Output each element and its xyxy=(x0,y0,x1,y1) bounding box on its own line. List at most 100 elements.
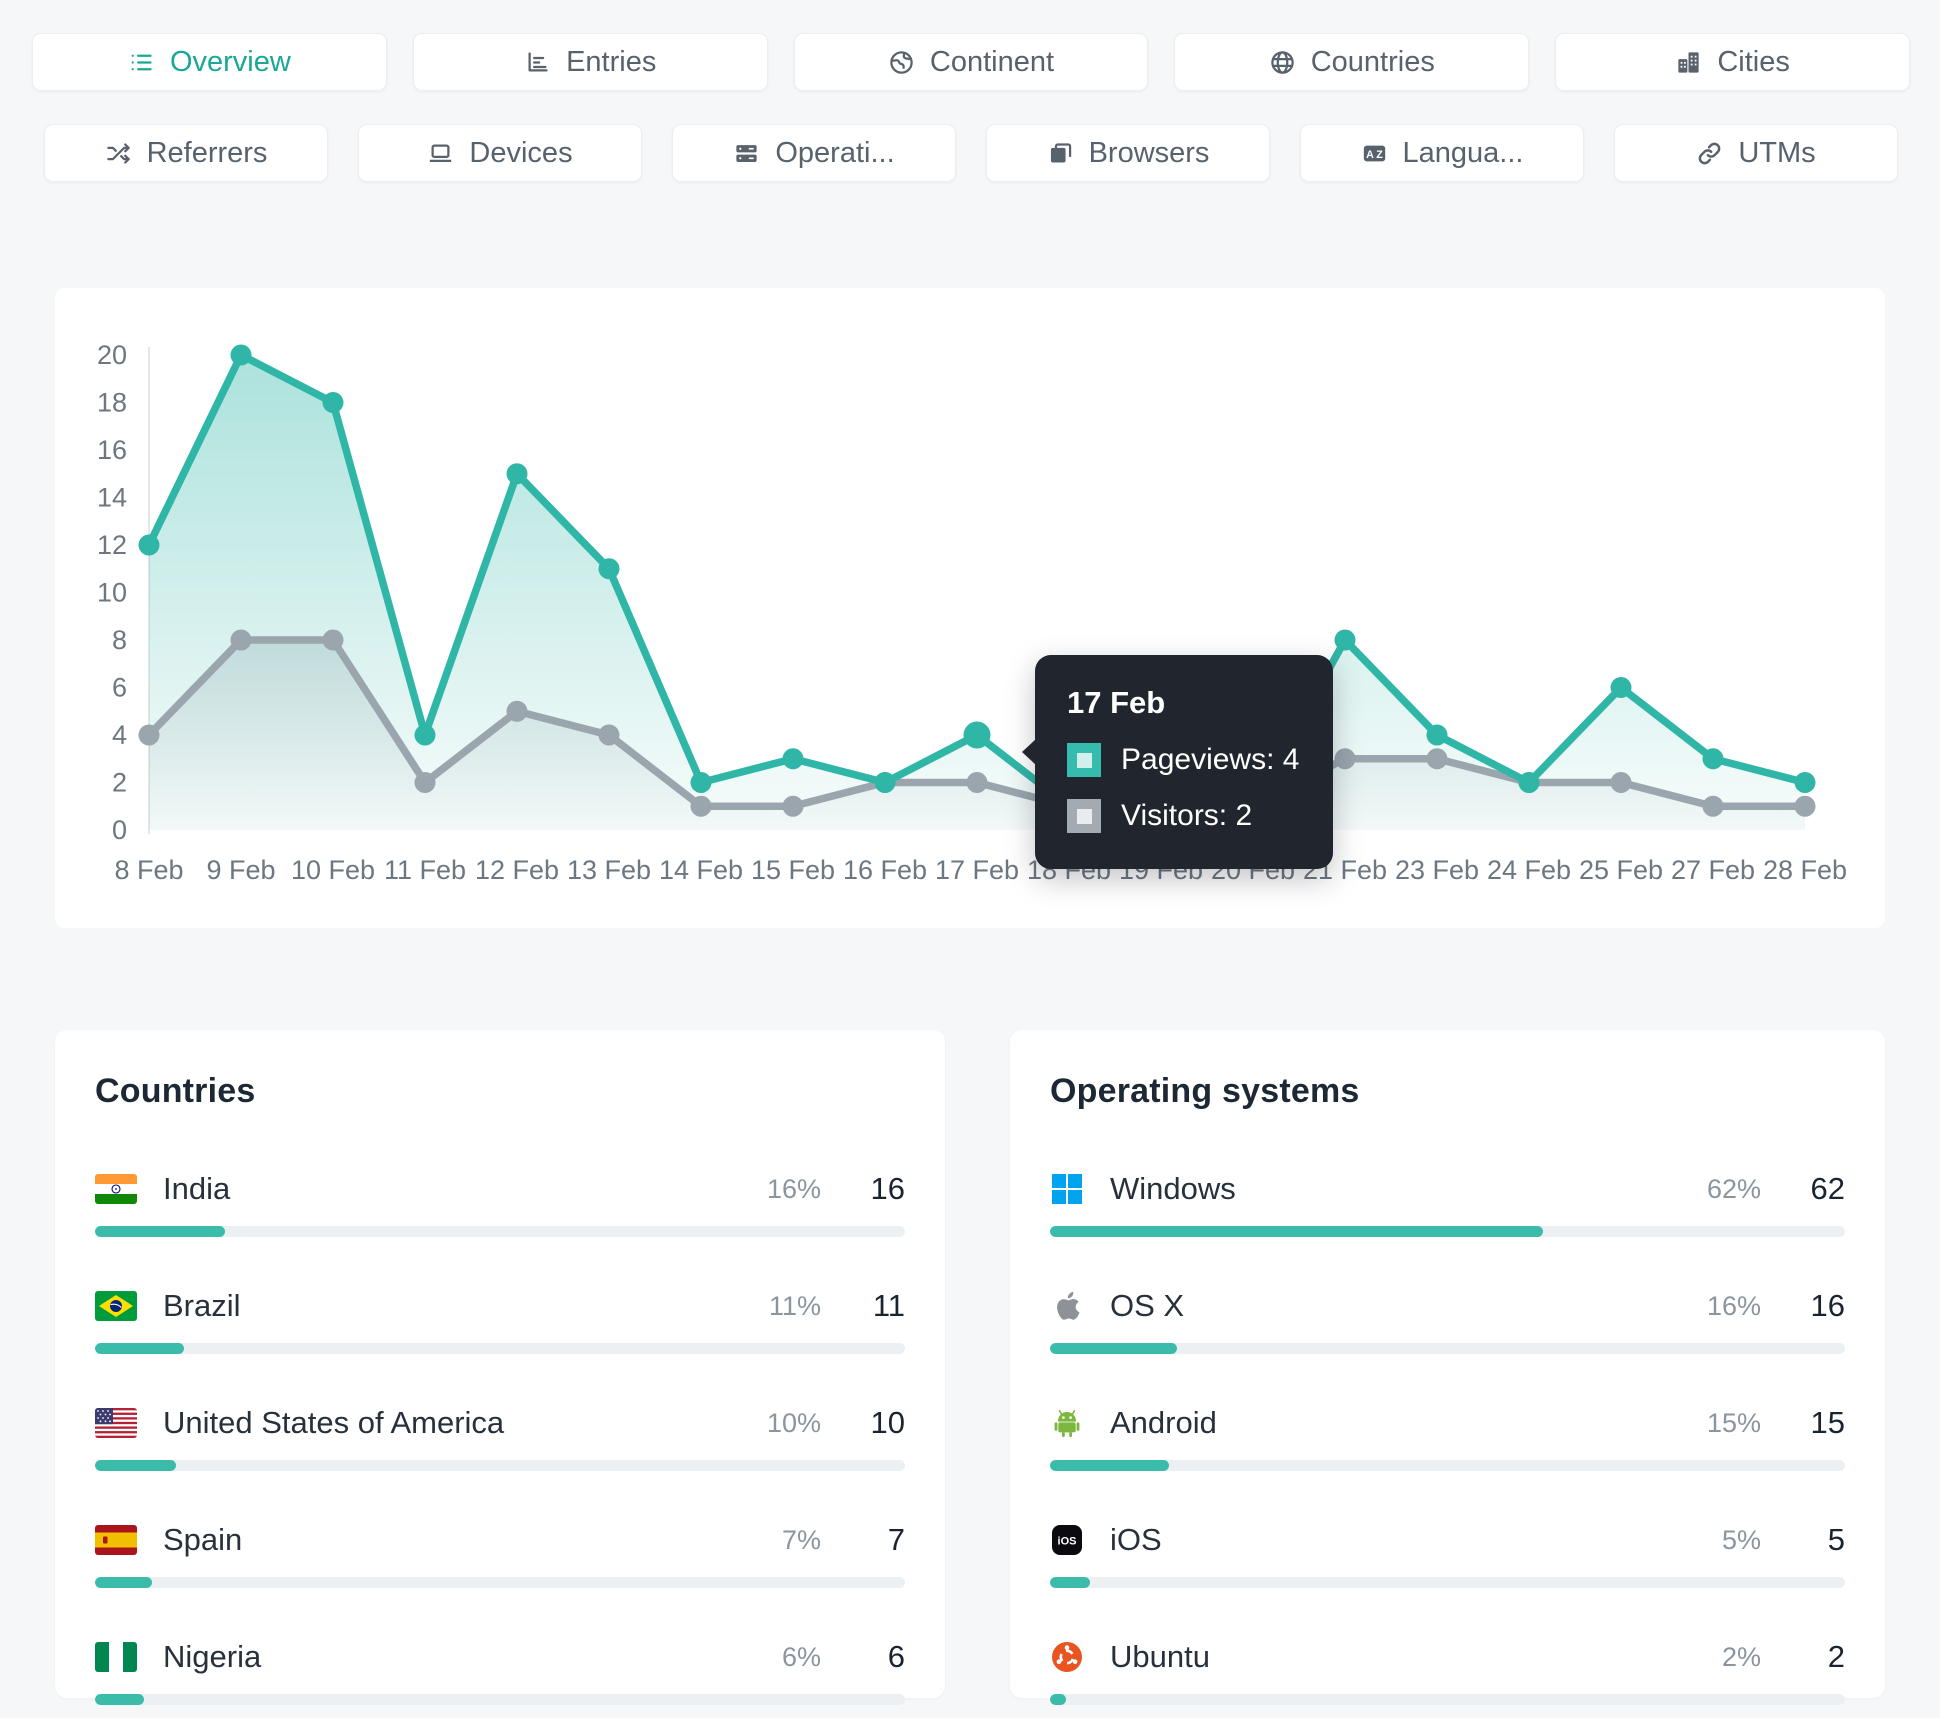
point-pageviews-28-Feb[interactable] xyxy=(1794,772,1816,793)
row-line: Nigeria 6% 6 xyxy=(95,1635,905,1679)
x-tick-label: 24 Feb xyxy=(1487,855,1571,885)
tab-label: Entries xyxy=(566,45,657,78)
traffic-chart-card: 0 2 4 6 8 10 12 14 16 18 20 8 Feb 9 Feb 10 Feb 11 Feb 1… xyxy=(55,288,1885,928)
row-count: 6 xyxy=(887,1639,905,1674)
row-count: 15 xyxy=(1810,1405,1845,1440)
row-percentage: 10% xyxy=(766,1407,821,1438)
point-pageviews-16-Feb[interactable] xyxy=(874,772,896,793)
point-visitors-10-Feb[interactable] xyxy=(322,629,344,651)
tab-countries[interactable]: Countries xyxy=(1174,33,1530,91)
list-row-united-states-of-america[interactable]: United States of America 10% 10 xyxy=(95,1401,905,1471)
tooltip-row-pageviews: Pageviews: 4 xyxy=(1067,743,1301,777)
list-row-os-x[interactable]: OS X 16% 16 xyxy=(1050,1284,1845,1354)
y-tick-label: 12 xyxy=(97,530,127,560)
row-progress-track xyxy=(95,1694,905,1705)
tab-languages[interactable]: A Z Langua... xyxy=(1300,124,1584,182)
point-pageviews-23-Feb[interactable] xyxy=(1426,724,1448,746)
tab-label: Referrers xyxy=(146,136,268,169)
india-flag xyxy=(95,1174,137,1204)
point-visitors-15-Feb[interactable] xyxy=(782,795,804,817)
point-pageviews-8-Feb[interactable] xyxy=(138,534,160,556)
point-pageviews-15-Feb[interactable] xyxy=(782,748,804,770)
list-row-spain[interactable]: Spain 7% 7 xyxy=(95,1518,905,1588)
row-line: iOS iOS 5% 5 xyxy=(1050,1518,1845,1562)
point-pageviews-27-Feb[interactable] xyxy=(1702,748,1724,770)
x-tick-label: 13 Feb xyxy=(567,855,651,885)
row-progress-fill xyxy=(95,1694,144,1705)
tab-referrers[interactable]: Referrers xyxy=(44,124,328,182)
row-count: 62 xyxy=(1810,1171,1845,1206)
row-count: 16 xyxy=(870,1171,905,1206)
list-row-ubuntu[interactable]: Ubuntu 2% 2 xyxy=(1050,1635,1845,1705)
point-visitors-17-Feb[interactable] xyxy=(966,772,988,793)
row-line: OS X 16% 16 xyxy=(1050,1284,1845,1328)
point-pageviews-14-Feb[interactable] xyxy=(690,772,712,793)
bar-chart-icon xyxy=(524,49,551,76)
tab-label: Browsers xyxy=(1088,136,1210,169)
ios-icon: iOS xyxy=(1050,1523,1084,1557)
point-visitors-21-Feb[interactable] xyxy=(1334,748,1356,770)
point-pageviews-12-Feb[interactable] xyxy=(506,463,528,485)
tab-label: Countries xyxy=(1310,45,1435,78)
row-percentage: 62% xyxy=(1706,1173,1761,1204)
x-tick-label: 12 Feb xyxy=(475,855,559,885)
point-visitors-8-Feb[interactable] xyxy=(138,724,160,746)
list-row-india[interactable]: India 16% 16 xyxy=(95,1167,905,1237)
point-pageviews-17-Feb[interactable] xyxy=(963,721,991,749)
row-label: Spain xyxy=(163,1522,243,1557)
traffic-chart[interactable]: 0 2 4 6 8 10 12 14 16 18 20 8 Feb 9 Feb 10 Feb 11 Feb 1… xyxy=(55,288,1885,928)
tab-operating-systems[interactable]: Operati... xyxy=(672,124,956,182)
list-row-brazil[interactable]: Brazil 11% 11 xyxy=(95,1284,905,1354)
y-tick-label: 14 xyxy=(97,483,127,513)
list-row-nigeria[interactable]: Nigeria 6% 6 xyxy=(95,1635,905,1705)
point-visitors-23-Feb[interactable] xyxy=(1426,748,1448,770)
row-percentage: 7% xyxy=(781,1524,821,1555)
x-tick-label: 9 Feb xyxy=(206,855,275,885)
y-tick-label: 8 xyxy=(112,625,127,655)
tab-continent[interactable]: Continent xyxy=(793,33,1149,91)
tab-devices[interactable]: Devices xyxy=(358,124,642,182)
svg-text:A: A xyxy=(1366,149,1374,161)
row-label: India xyxy=(163,1171,231,1206)
point-pageviews-10-Feb[interactable] xyxy=(322,392,344,413)
tooltip-metric: Pageviews: 4 xyxy=(1121,743,1300,776)
x-tick-label: 15 Feb xyxy=(751,855,835,885)
point-visitors-13-Feb[interactable] xyxy=(598,724,620,746)
list-row-android[interactable]: Android 15% 15 xyxy=(1050,1401,1845,1471)
point-pageviews-9-Feb[interactable] xyxy=(230,344,252,366)
point-pageviews-24-Feb[interactable] xyxy=(1518,772,1540,793)
point-pageviews-21-Feb[interactable] xyxy=(1334,629,1356,651)
row-line: Ubuntu 2% 2 xyxy=(1050,1635,1845,1679)
row-progress-fill xyxy=(95,1460,176,1471)
point-visitors-27-Feb[interactable] xyxy=(1702,795,1724,817)
point-visitors-14-Feb[interactable] xyxy=(690,795,712,817)
row-label: OS X xyxy=(1110,1288,1185,1323)
y-tick-label: 4 xyxy=(112,720,127,750)
tab-cities[interactable]: Cities xyxy=(1555,33,1910,91)
list-row-windows[interactable]: Windows 62% 62 xyxy=(1050,1167,1845,1237)
row-percentage: 15% xyxy=(1706,1407,1761,1438)
countries-list: India 16% 16 Brazil 11% 11 United States of Am… xyxy=(95,1167,905,1705)
tab-label: Overview xyxy=(169,45,291,78)
point-visitors-28-Feb[interactable] xyxy=(1794,795,1816,817)
point-visitors-12-Feb[interactable] xyxy=(506,700,528,722)
point-pageviews-13-Feb[interactable] xyxy=(598,558,620,580)
point-visitors-11-Feb[interactable] xyxy=(414,772,436,793)
point-pageviews-11-Feb[interactable] xyxy=(414,724,436,746)
point-visitors-9-Feb[interactable] xyxy=(230,629,252,651)
row-progress-fill xyxy=(95,1226,225,1237)
point-pageviews-25-Feb[interactable] xyxy=(1610,677,1632,698)
row-line: United States of America 10% 10 xyxy=(95,1401,905,1445)
row-progress-track xyxy=(1050,1694,1845,1705)
x-tick-label: 17 Feb xyxy=(935,855,1019,885)
tab-entries[interactable]: Entries xyxy=(412,33,768,91)
y-tick-label: 20 xyxy=(97,340,127,370)
point-visitors-25-Feb[interactable] xyxy=(1610,772,1632,793)
tab-overview[interactable]: Overview xyxy=(32,33,387,91)
server-icon xyxy=(733,140,760,167)
row-percentage: 16% xyxy=(1706,1290,1761,1321)
row-line: Windows 62% 62 xyxy=(1050,1167,1845,1211)
tab-utms[interactable]: UTMs xyxy=(1614,124,1898,182)
tab-browsers[interactable]: Browsers xyxy=(986,124,1270,182)
list-row-ios[interactable]: iOS iOS 5% 5 xyxy=(1050,1518,1845,1588)
